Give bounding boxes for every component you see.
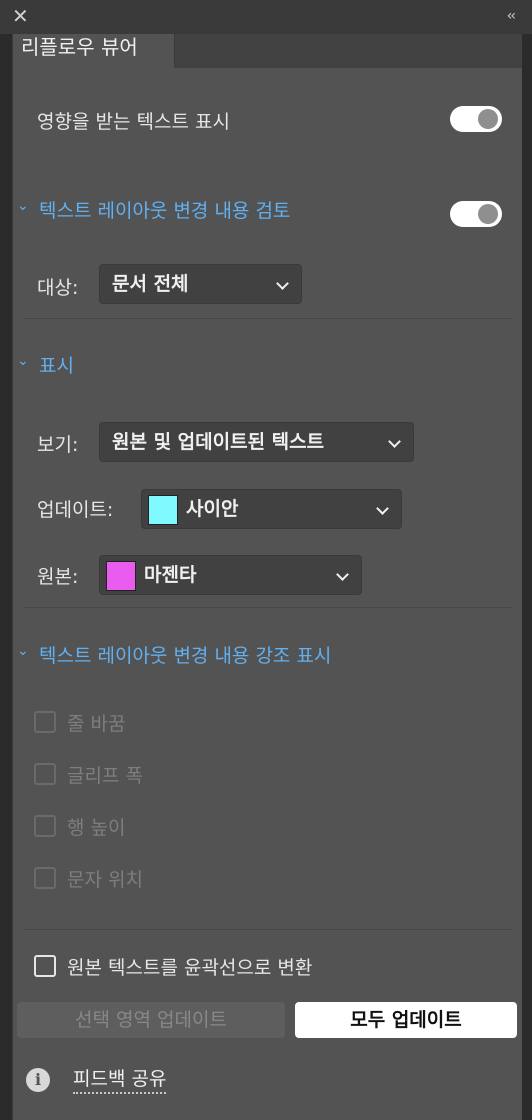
share-feedback-link[interactable]: 피드백 공유 [73,1064,167,1094]
background-strip [522,34,532,1120]
original-color-label: 원본: [37,566,79,588]
updated-color-dropdown[interactable]: 사이안 [141,489,402,529]
display-section-title[interactable]: 표시 [39,351,74,378]
display-section-chevron-icon[interactable]: ⌄ [17,353,29,369]
updated-color-label: 업데이트: [37,499,114,521]
original-color-value: 마젠타 [144,564,197,586]
update-all-button[interactable]: 모두 업데이트 [295,1002,517,1038]
line-height-label: 행 높이 [67,817,126,839]
divider [23,607,513,608]
character-position-checkbox[interactable] [34,867,56,889]
divider [23,318,513,319]
view-label: 보기: [37,434,79,456]
highlight-section-chevron-icon[interactable]: ⌄ [17,643,29,659]
glyph-width-label: 글리프 폭 [67,765,143,787]
chevron-down-icon [276,277,289,290]
target-dropdown-value: 문서 전체 [112,273,189,295]
line-break-label: 줄 바꿈 [67,713,126,735]
window-titlebar: ✕ ‹‹ [0,0,532,34]
review-changes-toggle[interactable] [450,201,502,227]
highlight-section-title[interactable]: 텍스트 레이아웃 변경 내용 강조 표시 [39,641,331,668]
convert-outline-label: 원본 텍스트를 윤곽선으로 변환 [67,957,313,979]
chevron-down-icon [376,502,389,515]
tab-reflow-viewer[interactable]: 리플로우 뷰어 [13,34,175,68]
view-dropdown-value: 원본 및 업데이트된 텍스트 [112,431,325,453]
line-height-checkbox[interactable] [34,815,56,837]
tab-strip: 리플로우 뷰어 [13,34,523,68]
target-label: 대상: [37,277,79,299]
update-selection-button[interactable]: 선택 영역 업데이트 [17,1002,285,1038]
review-section-chevron-icon[interactable]: ⌄ [17,198,29,214]
character-position-label: 문자 위치 [67,869,143,891]
close-icon[interactable]: ✕ [12,6,29,26]
show-affected-text-toggle[interactable] [450,106,502,132]
original-color-dropdown[interactable]: 마젠타 [99,555,362,595]
chevron-down-icon [336,568,349,581]
collapse-panel-icon[interactable]: ‹‹ [507,8,516,24]
updated-color-value: 사이안 [186,498,239,520]
magenta-color-swatch [106,561,136,591]
chevron-down-icon [388,435,401,448]
glyph-width-checkbox[interactable] [34,763,56,785]
divider [23,929,513,930]
review-section-title[interactable]: 텍스트 레이아웃 변경 내용 검토 [39,196,290,223]
reflow-viewer-panel: 리플로우 뷰어 영향을 받는 텍스트 표시 ⌄ 텍스트 레이아웃 변경 내용 검… [12,34,523,1120]
view-dropdown[interactable]: 원본 및 업데이트된 텍스트 [99,422,414,462]
convert-outline-checkbox[interactable] [34,955,56,977]
line-break-checkbox[interactable] [34,711,56,733]
info-icon: i [26,1068,50,1092]
cyan-color-swatch [148,495,178,525]
show-affected-text-label: 영향을 받는 텍스트 표시 [37,111,230,133]
target-dropdown[interactable]: 문서 전체 [99,264,302,304]
